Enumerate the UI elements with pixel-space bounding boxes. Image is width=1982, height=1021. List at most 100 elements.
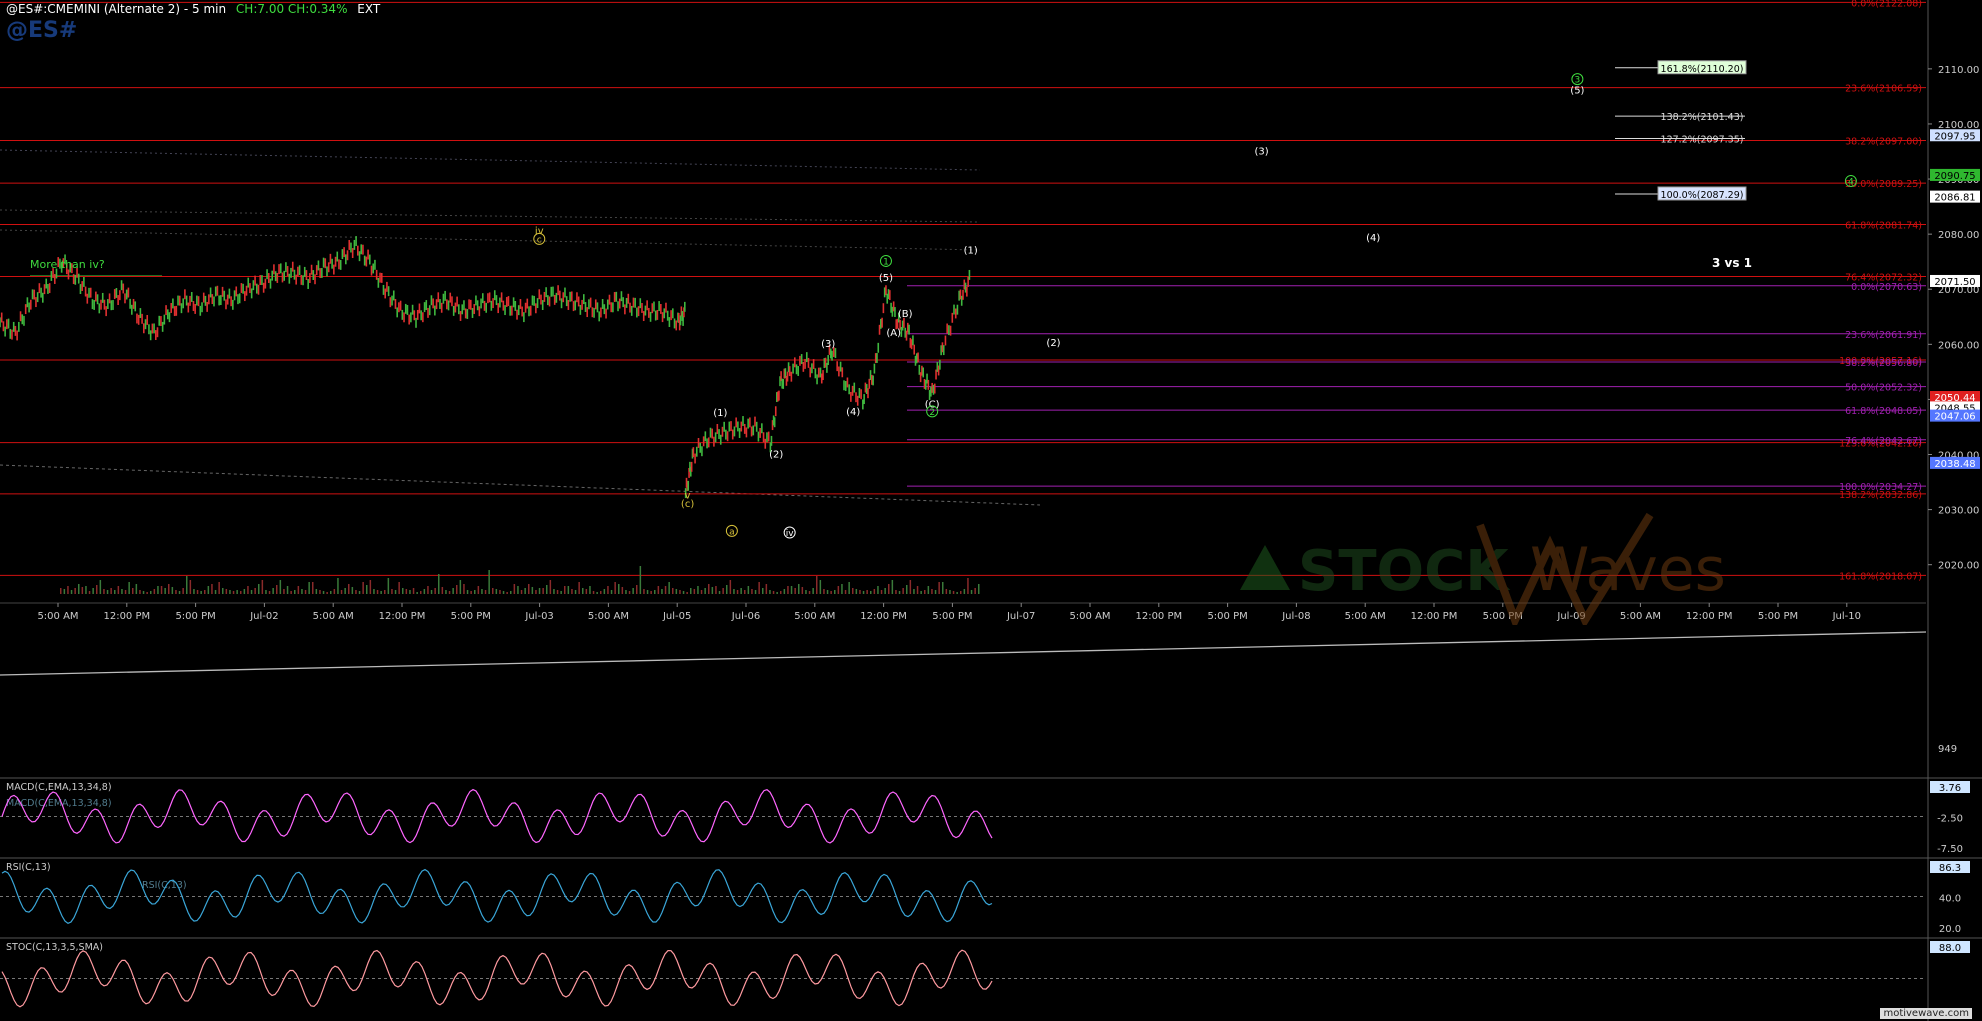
volume-bar bbox=[492, 588, 494, 594]
volume-bar bbox=[531, 587, 534, 594]
volume-bar bbox=[934, 590, 937, 594]
volume-bar bbox=[718, 591, 721, 594]
fib-label-red: 161.8%(2018.07) bbox=[1839, 571, 1922, 582]
volume-bar bbox=[538, 588, 541, 594]
volume-bar bbox=[326, 592, 328, 594]
volume-bar bbox=[308, 582, 310, 594]
fib-label-magenta: 76.4%(2042.67) bbox=[1845, 436, 1922, 447]
volume-bar bbox=[168, 584, 170, 594]
volume-bar bbox=[380, 591, 382, 594]
volume-bar bbox=[409, 590, 411, 594]
volume-bar bbox=[574, 590, 577, 594]
volume-bar bbox=[290, 591, 292, 594]
volume-bar bbox=[373, 589, 375, 594]
volume-bar bbox=[841, 584, 843, 594]
volume-bar bbox=[895, 590, 897, 594]
wave-label: (c) bbox=[681, 499, 694, 510]
wave-label: (4) bbox=[1366, 233, 1380, 244]
price-tag: 2090.75 bbox=[1934, 171, 1975, 182]
x-tick-label: Jul-02 bbox=[249, 611, 278, 622]
volume-bar bbox=[564, 586, 566, 594]
volume-bar bbox=[463, 584, 465, 594]
volume-bar bbox=[232, 591, 235, 594]
wave-label: 4 bbox=[1848, 178, 1854, 188]
volume-bar bbox=[967, 578, 969, 594]
volume-bar bbox=[96, 585, 98, 594]
volume-bar bbox=[553, 589, 555, 594]
time-axis[interactable]: 5:00 AM 12:00 PM 5:00 PM Jul-02 5:00 AM 12:00… bbox=[0, 602, 1957, 755]
volume-bar bbox=[297, 586, 300, 594]
volume-bar bbox=[121, 589, 123, 594]
price-tag: 2071.50 bbox=[1934, 277, 1975, 288]
volume-bar bbox=[481, 589, 483, 594]
volume-bar bbox=[319, 590, 321, 594]
volume-bar bbox=[960, 591, 962, 594]
volume-bar bbox=[193, 589, 195, 594]
change-readout: CH:7.00 CH:0.34% bbox=[235, 2, 348, 16]
volume-bar bbox=[844, 590, 847, 594]
volume-bar bbox=[204, 590, 206, 594]
volume-bar bbox=[711, 587, 714, 594]
extension-label: 127.2%(2097.35) bbox=[1661, 135, 1744, 146]
three-vs-one-note: 3 vs 1 bbox=[1712, 256, 1753, 270]
indicator-name: RSI(C,13) bbox=[6, 862, 51, 873]
trendline-dashed-upper-3 bbox=[0, 229, 981, 251]
volume-bar bbox=[337, 578, 339, 594]
volume-bar bbox=[340, 590, 343, 594]
x-tick-label: Jul-07 bbox=[1006, 611, 1035, 622]
volume-bar bbox=[387, 578, 390, 594]
fib-label-magenta: 100.0%(2034.27) bbox=[1839, 482, 1922, 493]
x-tick-label: 5:00 AM bbox=[37, 611, 78, 622]
volume-bar bbox=[67, 586, 69, 594]
volume-bar bbox=[668, 582, 670, 594]
volume-bar bbox=[189, 580, 192, 594]
x-tick-label: Jul-05 bbox=[662, 611, 691, 622]
volume-bar bbox=[434, 588, 436, 594]
volume-bar bbox=[927, 586, 930, 594]
volume-bar bbox=[736, 590, 739, 594]
volume-bar bbox=[888, 584, 890, 594]
volume-bar bbox=[60, 588, 62, 594]
volume-bar bbox=[384, 590, 386, 594]
volume-bar bbox=[502, 591, 505, 594]
volume-bar bbox=[614, 582, 616, 594]
y-tick-label: 2060.00 bbox=[1938, 340, 1979, 351]
volume-bar bbox=[236, 590, 238, 594]
volume-bar bbox=[114, 590, 116, 594]
volume-bar bbox=[733, 589, 735, 594]
volume-bar bbox=[693, 589, 696, 594]
wave-label: (1) bbox=[713, 408, 727, 419]
volume-bar bbox=[938, 582, 940, 594]
volume-bar bbox=[445, 590, 447, 594]
volume-bar bbox=[70, 590, 73, 594]
volume-bar bbox=[920, 591, 922, 594]
volume-bar bbox=[391, 589, 393, 594]
wave-label: 1 bbox=[883, 257, 889, 267]
volume-bar bbox=[247, 586, 249, 594]
volume-bar bbox=[963, 589, 966, 594]
extension-label: 138.2%(2101.43) bbox=[1661, 112, 1744, 123]
volume-bar bbox=[312, 582, 314, 594]
volume-bar bbox=[348, 584, 350, 594]
volume-bar bbox=[258, 584, 260, 594]
wave-label: (5) bbox=[879, 273, 893, 284]
volume-bar bbox=[164, 588, 166, 594]
volume-bar bbox=[686, 592, 688, 594]
volume-bar bbox=[88, 591, 91, 594]
volume-bar bbox=[229, 590, 231, 594]
volume-bar bbox=[186, 576, 188, 594]
wave-label: (4) bbox=[846, 407, 860, 418]
wave-label: 3 bbox=[1575, 76, 1581, 86]
volume-bar bbox=[682, 591, 685, 594]
y-tick-label: 2030.00 bbox=[1938, 506, 1979, 517]
volume-bar bbox=[477, 586, 480, 594]
footer-credit: motivewave.com bbox=[1880, 1008, 1972, 1019]
volume-bar bbox=[931, 589, 933, 594]
volume-bar bbox=[970, 590, 973, 594]
volume-bar bbox=[499, 590, 501, 594]
volume-bar bbox=[304, 590, 307, 594]
price-tag: 2097.95 bbox=[1934, 131, 1975, 142]
x-tick-label: 5:00 AM bbox=[1069, 611, 1110, 622]
volume-bar bbox=[801, 587, 804, 594]
volume-bar bbox=[315, 589, 318, 594]
